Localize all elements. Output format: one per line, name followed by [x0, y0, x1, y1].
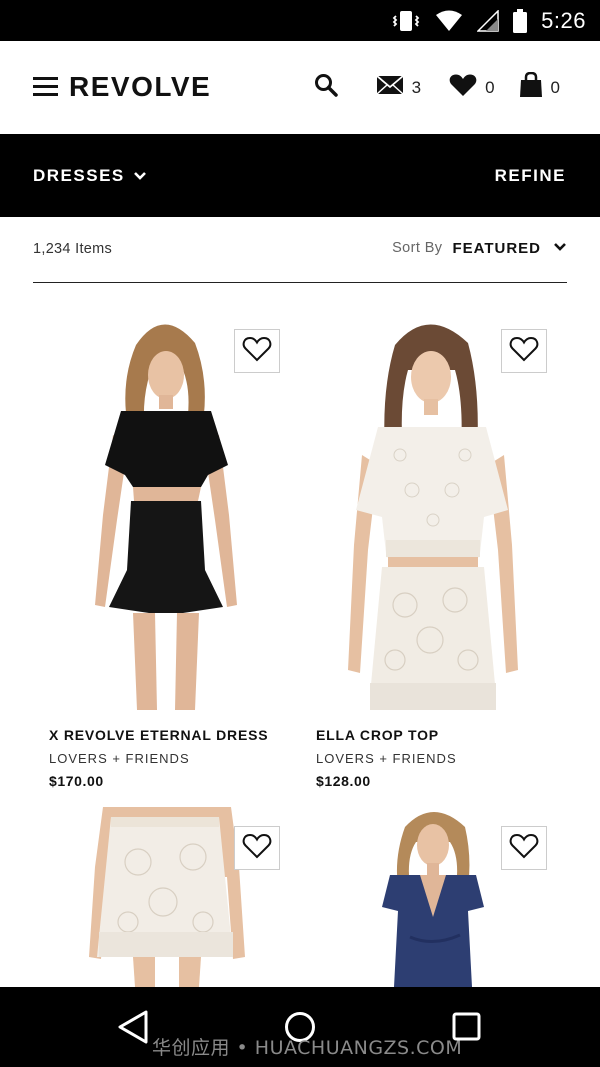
shopping-bag-icon [519, 71, 543, 103]
back-triangle-icon [116, 1010, 150, 1049]
add-to-wishlist-button[interactable] [501, 329, 547, 373]
refine-button[interactable]: REFINE [495, 166, 566, 186]
category-bar: DRESSES REFINE [0, 134, 600, 217]
product-info: ELLA CROP TOP LOVERS + FRIENDS $128.00 [316, 727, 457, 789]
status-bar: 5:26 [0, 0, 600, 41]
category-dropdown[interactable]: DRESSES [33, 166, 147, 186]
add-to-wishlist-button[interactable] [501, 826, 547, 870]
product-card[interactable] [300, 807, 567, 987]
product-card[interactable]: ELLA CROP TOP LOVERS + FRIENDS $128.00 [300, 315, 567, 795]
product-brand[interactable]: LOVERS + FRIENDS [49, 751, 268, 766]
product-image[interactable] [33, 315, 300, 710]
heart-outline-icon [242, 833, 272, 864]
envelope-icon [376, 75, 404, 100]
heart-outline-icon [509, 833, 539, 864]
status-time: 5:26 [541, 7, 586, 33]
vibrate-icon [391, 10, 421, 32]
chevron-down-icon [125, 166, 147, 186]
search-icon [314, 73, 338, 102]
heart-outline-icon [242, 336, 272, 367]
category-label: DRESSES [33, 166, 125, 185]
battery-icon [513, 8, 528, 33]
results-bar: 1,234 Items Sort By FEATURED [33, 217, 567, 283]
signal-icon [477, 9, 499, 32]
wishlist-count: 0 [485, 77, 495, 97]
product-name[interactable]: ELLA CROP TOP [316, 727, 457, 743]
chevron-down-icon [553, 239, 567, 257]
heart-icon [449, 73, 477, 102]
messages-count: 3 [411, 77, 422, 97]
product-card[interactable] [33, 807, 300, 987]
watermark-text: 华创应用 • HUACHUANGZS.COM [152, 1037, 463, 1059]
product-card[interactable]: X REVOLVE ETERNAL DRESS LOVERS + FRIENDS… [33, 315, 300, 795]
product-info: X REVOLVE ETERNAL DRESS LOVERS + FRIENDS… [49, 727, 268, 789]
heart-outline-icon [509, 336, 539, 367]
app-header: REVOLVE 3 0 0 [0, 41, 600, 134]
product-name[interactable]: X REVOLVE ETERNAL DRESS [49, 727, 268, 743]
status-icons: 5:26 [391, 0, 586, 41]
add-to-wishlist-button[interactable] [234, 329, 280, 373]
bag-count: 0 [550, 77, 560, 97]
hamburger-menu-icon[interactable] [33, 77, 58, 97]
header-actions: 3 0 0 [314, 41, 560, 134]
sort-value: FEATURED [452, 239, 541, 257]
shopping-bag-button[interactable]: 0 [519, 71, 560, 103]
wifi-icon [435, 10, 463, 32]
wishlist-button[interactable]: 0 [449, 73, 495, 102]
product-price: $128.00 [316, 773, 371, 789]
sort-dropdown[interactable]: Sort By FEATURED [392, 239, 567, 257]
search-button[interactable] [314, 73, 338, 102]
items-count: 1,234 Items [33, 241, 113, 257]
product-brand[interactable]: LOVERS + FRIENDS [316, 751, 457, 766]
messages-button[interactable]: 3 [376, 75, 421, 100]
product-image[interactable] [300, 315, 567, 710]
revolve-logo[interactable]: REVOLVE [69, 71, 211, 103]
back-button[interactable] [116, 1009, 150, 1050]
product-price: $170.00 [49, 773, 104, 789]
sort-label: Sort By [392, 240, 443, 256]
add-to-wishlist-button[interactable] [234, 826, 280, 870]
